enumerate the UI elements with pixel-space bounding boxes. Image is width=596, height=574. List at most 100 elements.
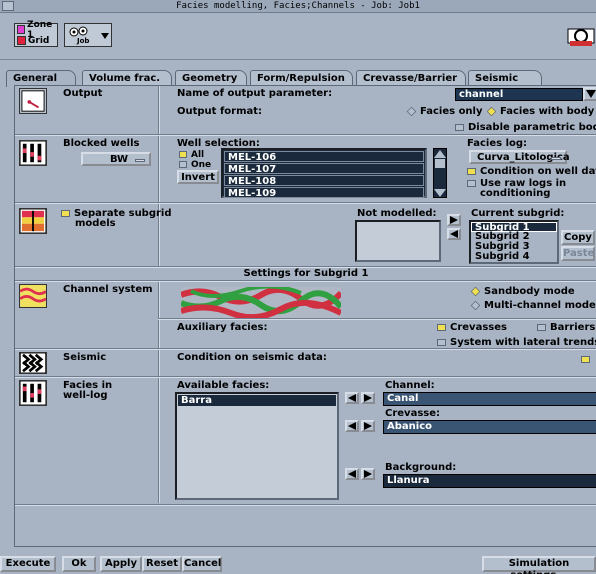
tab-seismic[interactable]: Seismic	[468, 70, 542, 86]
not-modelled-list[interactable]	[355, 220, 441, 262]
execute-label: Execute	[5, 558, 51, 569]
channel-value: Canal	[387, 393, 419, 404]
tab-crevasse-barrier-label: Crevasse/Barrier	[363, 73, 458, 84]
ok-button[interactable]: Ok	[62, 556, 96, 572]
well-list-item[interactable]: MEL-107	[224, 163, 424, 175]
well-list-item[interactable]: MEL-106	[224, 151, 424, 163]
background-add-left-button[interactable]	[345, 468, 359, 480]
invert-button[interactable]: Invert	[177, 170, 219, 184]
crevasses-check	[437, 323, 446, 331]
not-modelled-label: Not modelled:	[357, 208, 437, 219]
output-name-label: Name of output parameter:	[177, 88, 333, 99]
auxiliary-facies-label: Auxiliary facies:	[177, 322, 268, 333]
well-all-indicator	[179, 151, 187, 158]
available-facies-label: Available facies:	[177, 380, 270, 391]
tab-crevasse-barrier[interactable]: Crevasse/Barrier	[356, 70, 466, 86]
condition-well-data-check	[467, 167, 476, 175]
channel-add-left-button[interactable]	[345, 392, 359, 404]
execute-button[interactable]: Execute	[0, 556, 56, 572]
sandbody-mode-label: Sandbody mode	[484, 286, 575, 297]
well-list[interactable]: MEL-106 MEL-107 MEL-108 MEL-109	[221, 148, 427, 199]
crevasses-checkbox[interactable]: Crevasses	[437, 322, 507, 333]
background-value: Llanura	[387, 475, 430, 486]
disable-parametric-body-checkbox[interactable]: Disable parametric body	[455, 122, 596, 133]
apply-label: Apply	[104, 558, 137, 569]
output-name-field[interactable]: channel	[455, 88, 583, 101]
ok-label: Ok	[71, 558, 87, 569]
condition-seismic-checkbox[interactable]	[581, 354, 594, 365]
channel-add-right-button[interactable]	[361, 392, 375, 404]
facies-only-radio-indicator	[406, 106, 417, 116]
well-list-scrollbar[interactable]	[433, 148, 447, 198]
arrow-left-icon	[348, 422, 356, 430]
use-raw-logs-label-2: conditioning	[480, 188, 551, 199]
cancel-label: Cancel	[184, 558, 222, 569]
sandbody-mode-radio[interactable]: Sandbody mode	[470, 286, 575, 297]
tab-geometry[interactable]: Geometry	[175, 70, 247, 86]
simulation-settings-label: Simulation settings...	[508, 558, 570, 574]
reset-button[interactable]: Reset	[142, 556, 182, 572]
reset-label: Reset	[146, 558, 178, 569]
subgrid-list-item[interactable]: Subgrid 4	[471, 252, 557, 262]
blocked-wells-value: BW	[109, 154, 129, 165]
move-left-button[interactable]	[447, 228, 461, 240]
channel-system-preview-image	[181, 287, 341, 319]
window-menu-button[interactable]	[2, 1, 14, 11]
facies-with-body-label: Facies with body	[500, 106, 595, 117]
arrow-left-icon	[348, 394, 356, 402]
invert-label: Invert	[181, 172, 215, 183]
well-all-label: All	[191, 150, 205, 160]
paste-button[interactable]: Paste	[561, 246, 595, 261]
well-list-item[interactable]: MEL-108	[224, 175, 424, 187]
condition-well-data-checkbox[interactable]: Condition on well data	[467, 166, 596, 177]
current-subgrid-list[interactable]: Subgrid 1 Subgrid 2 Subgrid 3 Subgrid 4	[469, 220, 559, 264]
blocked-wells-dropdown[interactable]: BW	[81, 152, 151, 166]
barriers-checkbox[interactable]: Barriers	[537, 322, 595, 333]
arrow-right-icon	[450, 216, 458, 224]
copy-button[interactable]: Copy	[561, 230, 595, 245]
available-facies-item[interactable]: Barra	[178, 395, 336, 406]
scroll-up-icon	[434, 150, 446, 158]
output-name-dropdown-button[interactable]	[583, 87, 596, 101]
separate-subgrid-check	[61, 209, 70, 217]
crevasses-label: Crevasses	[450, 322, 507, 333]
facies-only-label: Facies only	[420, 106, 483, 117]
multichannel-mode-radio[interactable]: Multi-channel mode	[470, 300, 596, 311]
crevasse-field[interactable]: Abanico	[383, 420, 596, 434]
simulation-settings-button[interactable]: Simulation settings...	[482, 556, 596, 574]
zone-grid-selector[interactable]: Zone 1 Grid	[14, 20, 58, 47]
tab-volume-frac[interactable]: Volume frac.	[82, 70, 172, 86]
title-bar: Facies modelling, Facies;Channels - Job:…	[0, 0, 596, 13]
background-add-right-button[interactable]	[361, 468, 375, 480]
lateral-trends-checkbox[interactable]: System with lateral trends	[437, 337, 596, 348]
arrow-left-icon	[348, 470, 356, 478]
background-field[interactable]: Llanura	[383, 474, 596, 488]
facies-only-radio[interactable]: Facies only	[406, 106, 483, 117]
arrow-right-icon	[364, 394, 372, 402]
facies-log-dropdown[interactable]: Curva_Litologica	[469, 150, 570, 164]
crevasse-value: Abanico	[387, 421, 432, 432]
apply-button[interactable]: Apply	[100, 556, 142, 572]
job-selector[interactable]: Job	[64, 23, 112, 47]
arrow-left-icon	[450, 230, 458, 238]
blocked-wells-icon	[19, 140, 47, 166]
well-list-item[interactable]: MEL-109	[224, 187, 424, 199]
facies-with-body-radio-indicator	[486, 106, 497, 116]
output-format-label: Output format:	[177, 106, 263, 117]
well-all-radio[interactable]: All	[179, 150, 204, 160]
dropdown-indicator-icon	[135, 159, 145, 162]
crevasse-add-left-button[interactable]	[345, 420, 359, 432]
seismic-label: Seismic	[63, 352, 107, 363]
output-icon	[19, 88, 47, 114]
well-one-radio[interactable]: One	[179, 160, 211, 170]
inspect-icon[interactable]	[566, 25, 596, 49]
multichannel-mode-indicator	[470, 300, 481, 310]
move-right-button[interactable]	[447, 214, 461, 226]
available-facies-list[interactable]: Barra	[175, 392, 339, 500]
channel-field[interactable]: Canal	[383, 392, 596, 406]
general-tab-panel: Output Name of output parameter: channel…	[14, 85, 596, 547]
crevasse-add-right-button[interactable]	[361, 420, 375, 432]
cancel-button[interactable]: Cancel	[182, 556, 222, 572]
tab-form-repulsion[interactable]: Form/Repulsion	[250, 70, 353, 86]
facies-with-body-radio[interactable]: Facies with body	[486, 106, 595, 117]
